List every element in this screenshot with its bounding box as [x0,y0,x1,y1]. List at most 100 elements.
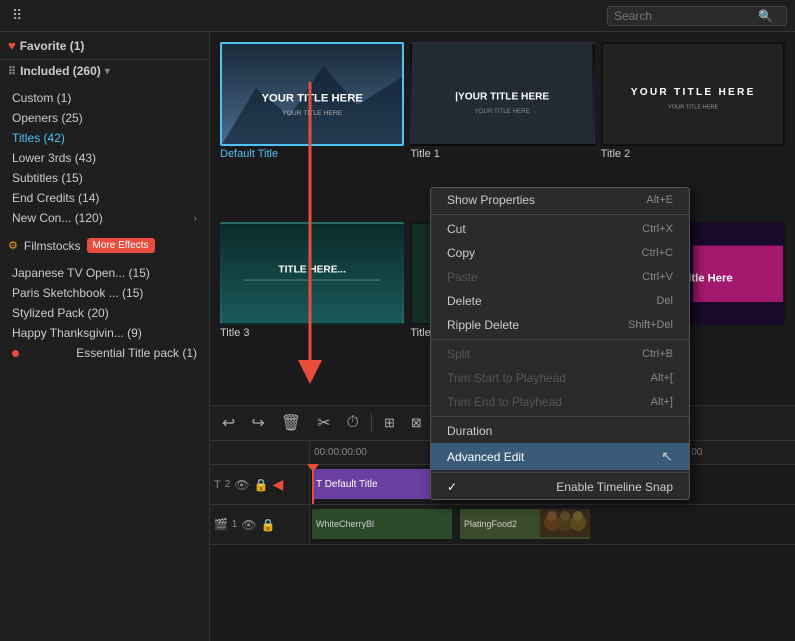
ctx-split-shortcut: Ctrl+B [642,348,673,360]
ctx-cut[interactable]: Cut Ctrl+X [431,217,689,241]
video-clip-2-label: PlatingFood2 [464,519,517,529]
filmstock-items: Japanese TV Open... (15) Paris Sketchboo… [0,257,209,369]
ctx-show-properties-label: Show Properties [447,193,535,207]
svg-text:YOUR TITLE HERE: YOUR TITLE HERE [282,110,343,117]
track2-lock-button[interactable]: 🔒 [261,518,276,532]
ctx-ripple-delete-shortcut: Shift+Del [628,319,673,331]
sidebar-item-essential[interactable]: Essential Title pack (1) [0,343,209,363]
svg-text:YOUR TITLE HERE: YOUR TITLE HERE [630,87,755,98]
sidebar-item-japanese[interactable]: Japanese TV Open... (15) [0,263,209,283]
ctx-copy[interactable]: Copy Ctrl+C [431,241,689,265]
template-name-1: Title 1 [410,146,594,162]
ctx-divider-2 [431,339,689,340]
ctx-cut-shortcut: Ctrl+X [642,223,673,235]
thumb-img-1: |YOUR TITLE HERE YOUR TITLE HERE [412,44,592,144]
sidebar-item-endcredits[interactable]: End Credits (14) [0,188,209,208]
track-collapse-button[interactable]: ◀ [272,476,283,493]
layer-num-2: 2 [225,479,231,490]
template-item-3[interactable]: TITLE HERE... Title 3 [220,222,404,396]
context-menu: Show Properties Alt+E Cut Ctrl+X Copy Ct… [430,187,690,500]
svg-text:YOUR TITLE HERE: YOUR TITLE HERE [261,93,363,105]
red-dot-icon [12,350,19,357]
timer-button[interactable]: ⏱ [343,412,363,434]
filmstocks-label: Filmstocks [24,239,81,253]
ctx-cut-label: Cut [447,222,466,236]
ctx-copy-label: Copy [447,246,475,260]
video-clip-1[interactable]: WhiteCherryBl [312,509,452,539]
search-icon: 🔍 [758,9,773,23]
sidebar: ♥ Favorite (1) ⠿ Included (260) ▾ Custom… [0,32,210,641]
ctx-duration-label: Duration [447,424,492,438]
title-clip-label: T Default Title [316,479,378,490]
ctx-ripple-delete-label: Ripple Delete [447,318,519,332]
split-button[interactable]: ⊞ [380,413,399,433]
ctx-ripple-delete[interactable]: Ripple Delete Shift+Del [431,313,689,337]
track-controls-title: T 2 👁 🔒 ◀ [210,465,310,504]
track2-eye-button[interactable]: 👁 [241,518,256,532]
redo-button[interactable]: ↪ [247,411,268,435]
track-content-video: WhiteCherryBl PlatingFood2 [310,505,795,544]
sidebar-item-label: Essential Title pack (1) [76,346,197,360]
favorite-label: Favorite (1) [20,39,85,53]
search-box[interactable]: 🔍 [607,6,787,26]
ctx-enable-snap[interactable]: ✓ Enable Timeline Snap [431,475,689,499]
search-input[interactable] [614,9,754,23]
time-start: 00:00:00:00 [314,447,367,458]
heart-icon: ♥ [8,38,16,53]
template-thumb-default[interactable]: YOUR TITLE HERE YOUR TITLE HERE [220,42,404,146]
sidebar-item-subtitles[interactable]: Subtitles (15) [0,168,209,188]
ctx-delete-shortcut: Del [656,295,673,307]
sidebar-item-thanksgiving[interactable]: Happy Thanksgivin... (9) [0,323,209,343]
more-effects-button[interactable]: More Effects [87,238,155,253]
ctx-trim-end-shortcut: Alt+] [651,396,673,408]
content-area: YOUR TITLE HERE YOUR TITLE HERE Default … [210,32,795,641]
link-button[interactable]: ⊠ [407,413,426,433]
video-clip-1-label: WhiteCherryBl [316,519,374,529]
sidebar-item-newcon[interactable]: New Con... (120) › [0,208,209,228]
sidebar-item-label: Paris Sketchbook ... (15) [12,286,143,300]
sidebar-item-label: Japanese TV Open... (15) [12,266,150,280]
template-thumb-2[interactable]: YOUR TITLE HERE YOUR TITLE HERE [601,42,785,146]
sidebar-item-stylized[interactable]: Stylized Pack (20) [0,303,209,323]
layer-num-1: 1 [232,519,238,530]
sidebar-item-custom[interactable]: Custom (1) [0,88,209,108]
ctx-split-label: Split [447,347,470,361]
ctx-duration[interactable]: Duration [431,419,689,443]
video-clip-2[interactable]: PlatingFood2 [460,509,590,539]
cursor-icon: ↖ [661,448,673,465]
sidebar-item-paris[interactable]: Paris Sketchbook ... (15) [0,283,209,303]
ctx-advanced-edit[interactable]: Advanced Edit ↖ [431,443,689,470]
svg-text:YOUR TITLE HERE: YOUR TITLE HERE [475,108,530,115]
ctx-split: Split Ctrl+B [431,342,689,366]
playhead [312,465,314,504]
sidebar-item-label: Subtitles (15) [12,171,83,185]
included-label: Included (260) [20,64,101,78]
delete-button[interactable]: 🗑 [277,411,305,435]
sidebar-item-titles[interactable]: Titles (42) [0,128,209,148]
ctx-trim-start-label: Trim Start to Playhead [447,371,566,385]
cut-button[interactable]: ✂ [313,411,334,435]
template-thumb-3[interactable]: TITLE HERE... [220,222,404,326]
favorite-section[interactable]: ♥ Favorite (1) [0,32,209,60]
template-name-default: Default Title [220,146,404,162]
template-item-default[interactable]: YOUR TITLE HERE YOUR TITLE HERE Default … [220,42,404,216]
track-lock-button[interactable]: 🔒 [254,478,269,492]
title-clip[interactable]: T Default Title [312,469,432,499]
ctx-show-properties[interactable]: Show Properties Alt+E [431,188,689,212]
track-icon-title: T [214,479,221,491]
included-header[interactable]: ⠿ Included (260) ▾ [0,60,209,82]
sidebar-item-lower3rds[interactable]: Lower 3rds (43) [0,148,209,168]
template-thumb-1[interactable]: |YOUR TITLE HERE YOUR TITLE HERE [410,42,594,146]
ctx-delete-label: Delete [447,294,482,308]
sidebar-item-openers[interactable]: Openers (25) [0,108,209,128]
timeline-control-icons: 👁 🔒 [234,478,268,492]
ctx-enable-snap-label: Enable Timeline Snap [556,480,673,494]
thumb-img-default: YOUR TITLE HERE YOUR TITLE HERE [222,44,402,144]
undo-button[interactable]: ↩ [218,411,239,435]
ctx-trim-start: Trim Start to Playhead Alt+[ [431,366,689,390]
ctx-delete[interactable]: Delete Del [431,289,689,313]
track-eye-button[interactable]: 👁 [234,478,249,492]
ctx-paste: Paste Ctrl+V [431,265,689,289]
grid-icon[interactable]: ⠿ [12,7,22,24]
ctx-divider-3 [431,416,689,417]
